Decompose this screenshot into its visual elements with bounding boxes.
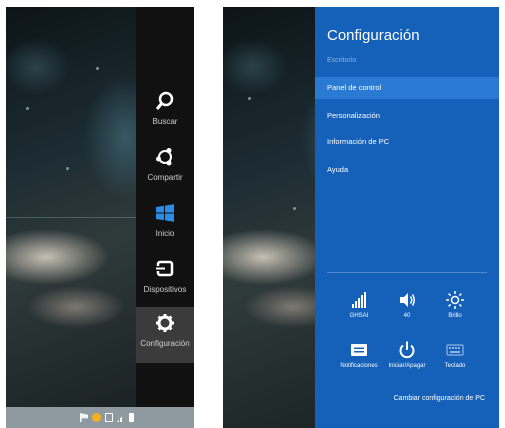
gear-icon <box>156 314 174 332</box>
wallpaper-speck <box>248 97 251 100</box>
share-icon <box>156 148 172 166</box>
wallpaper-speck <box>66 167 69 170</box>
signal-tray-icon[interactable] <box>117 413 125 422</box>
settings-pane: Configuración Escritorio Panel de contro… <box>315 7 499 428</box>
devices-icon <box>156 260 174 277</box>
settings-title: Configuración <box>327 27 420 44</box>
charm-label: Dispositivos <box>143 285 187 294</box>
charms-bar: Buscar Compartir Inicio Dispositivos Con… <box>136 7 194 407</box>
desktop-screen-right: Configuración Escritorio Panel de contro… <box>223 7 499 428</box>
network-tray-icon[interactable] <box>105 413 113 422</box>
charm-devices[interactable]: Dispositivos <box>136 253 194 309</box>
desktop-screen-left: Buscar Compartir Inicio Dispositivos Con… <box>6 7 194 428</box>
charm-settings[interactable]: Configuración <box>136 307 194 363</box>
volume-tray-icon[interactable] <box>129 413 134 422</box>
taskbar <box>6 407 194 428</box>
network-signal-icon <box>352 292 366 308</box>
keyboard-icon <box>446 344 464 356</box>
volume-icon <box>400 293 415 307</box>
charm-label: Compartir <box>147 173 183 182</box>
search-icon <box>155 91 174 110</box>
wallpaper-speck <box>26 107 29 110</box>
brightness-icon <box>446 291 464 309</box>
settings-item-personalization[interactable]: Personalización <box>315 105 499 127</box>
charm-label: Configuración <box>140 339 190 348</box>
flag-icon[interactable] <box>80 413 88 422</box>
update-icon[interactable] <box>92 413 101 422</box>
windows-logo-icon <box>156 204 174 222</box>
notifications-icon <box>351 344 367 356</box>
power-icon <box>399 341 415 359</box>
change-pc-settings-link[interactable]: Cambiar configuración de PC <box>394 395 485 402</box>
settings-item-control-panel[interactable]: Panel de control <box>315 77 499 99</box>
quick-setting-label: Teclado <box>444 363 466 369</box>
charm-label: Buscar <box>152 117 178 126</box>
settings-subtitle: Escritorio <box>327 57 357 64</box>
settings-item-pc-info[interactable]: Información de PC <box>315 131 499 153</box>
quick-setting-keyboard[interactable]: Teclado <box>425 341 485 381</box>
settings-divider <box>327 272 487 273</box>
charm-label: Inicio <box>155 229 175 238</box>
wallpaper-speck <box>293 207 296 210</box>
quick-setting-label: Brillo <box>448 313 462 319</box>
charm-share[interactable]: Compartir <box>136 141 194 197</box>
settings-item-help[interactable]: Ayuda <box>315 159 499 181</box>
quick-setting-brightness[interactable]: Brillo <box>425 291 485 331</box>
charm-start[interactable]: Inicio <box>136 197 194 253</box>
charm-search[interactable]: Buscar <box>136 85 194 141</box>
wallpaper-speck <box>96 67 99 70</box>
